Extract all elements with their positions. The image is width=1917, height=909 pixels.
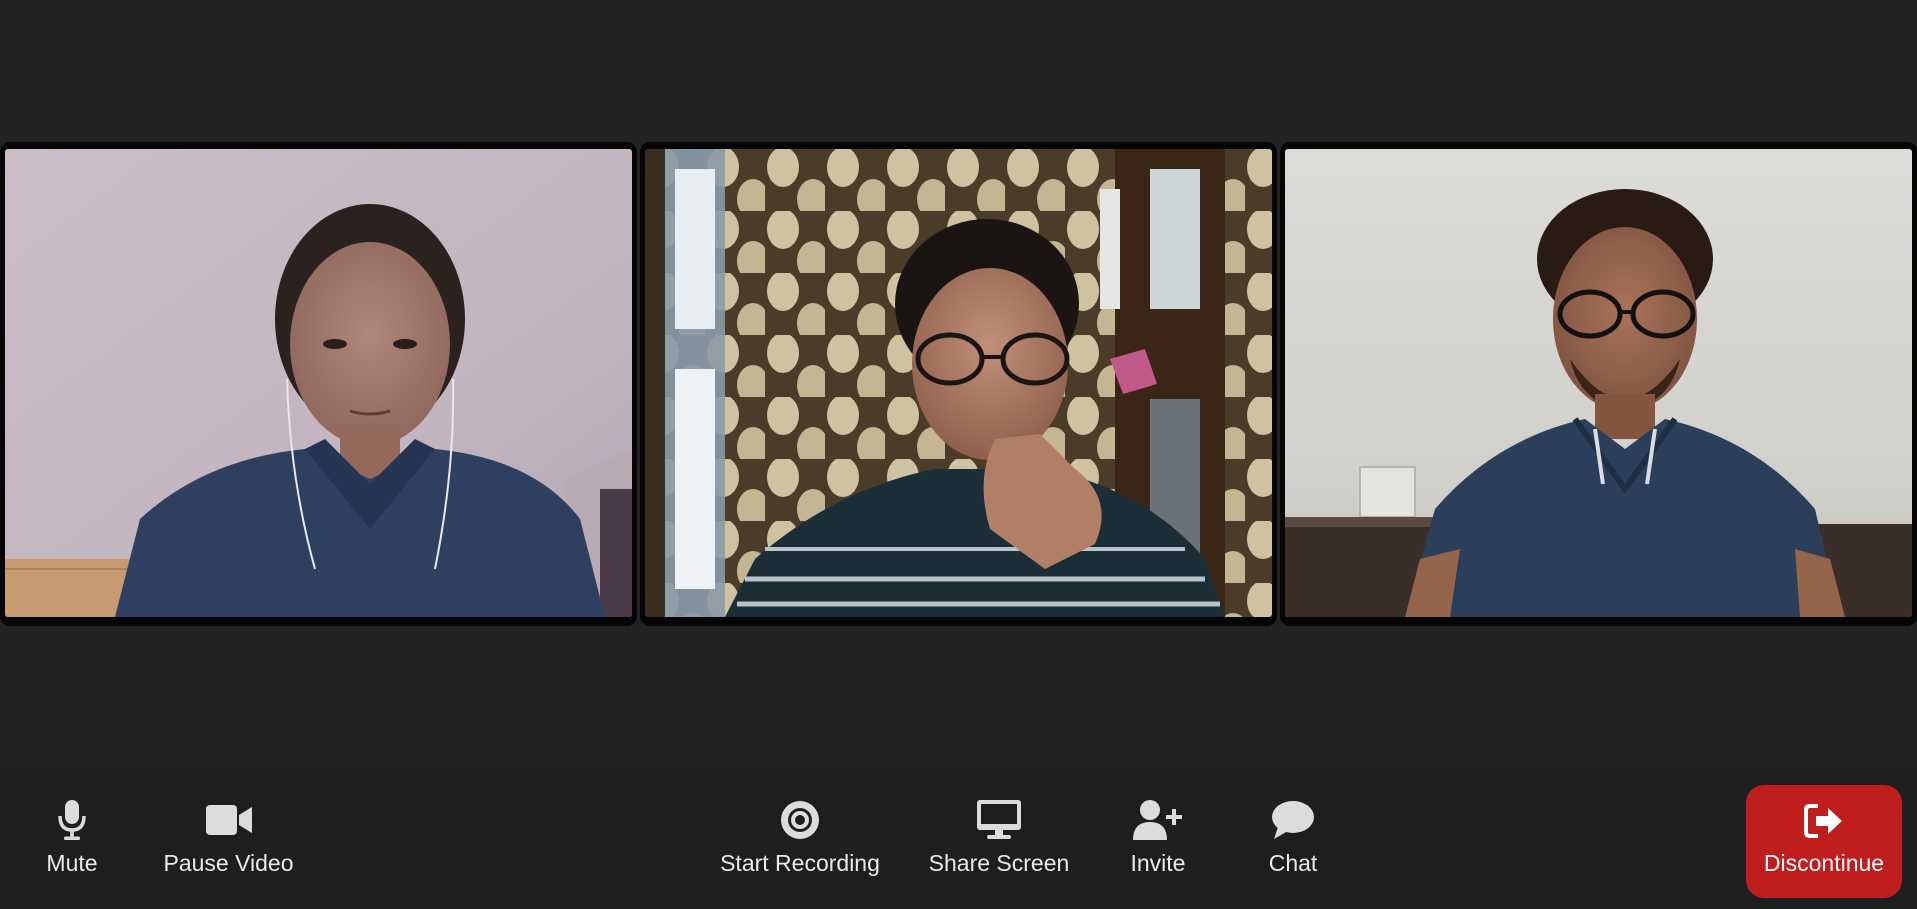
participant-video-frame-2 bbox=[645, 149, 1272, 617]
invite-label: Invite bbox=[1130, 850, 1186, 876]
discontinue-label: Discontinue bbox=[1763, 850, 1885, 876]
call-toolbar: Mute Pause Video Start Recording Share S… bbox=[0, 768, 1917, 909]
user-plus-icon bbox=[1133, 798, 1183, 842]
chat-bubble-icon bbox=[1272, 798, 1314, 842]
monitor-icon bbox=[977, 798, 1021, 842]
participant-video-frame-1 bbox=[5, 149, 632, 617]
video-grid bbox=[0, 142, 1917, 626]
participant-tile-2[interactable] bbox=[640, 142, 1277, 626]
participant-tile-3[interactable] bbox=[1280, 142, 1917, 626]
start-recording-label: Start Recording bbox=[720, 850, 880, 876]
chat-label: Chat bbox=[1268, 850, 1318, 876]
mute-button[interactable]: Mute bbox=[34, 768, 110, 909]
participant-video-3 bbox=[1285, 149, 1912, 617]
share-screen-label: Share Screen bbox=[928, 850, 1070, 876]
discontinue-button[interactable]: Discontinue bbox=[1746, 785, 1902, 898]
participant-video-2 bbox=[645, 149, 1272, 617]
video-camera-icon bbox=[205, 798, 252, 842]
pause-video-label: Pause Video bbox=[163, 850, 294, 876]
start-recording-button[interactable]: Start Recording bbox=[712, 768, 888, 909]
microphone-icon bbox=[58, 798, 86, 842]
pause-video-button[interactable]: Pause Video bbox=[156, 768, 301, 909]
chat-button[interactable]: Chat bbox=[1254, 768, 1332, 909]
record-icon bbox=[780, 798, 820, 842]
invite-button[interactable]: Invite bbox=[1118, 768, 1198, 909]
video-stage bbox=[0, 0, 1917, 768]
sign-out-icon bbox=[1804, 799, 1844, 843]
participant-tile-1[interactable] bbox=[0, 142, 637, 626]
mute-label: Mute bbox=[46, 850, 98, 876]
participant-video-1 bbox=[5, 149, 632, 617]
share-screen-button[interactable]: Share Screen bbox=[922, 768, 1076, 909]
participant-video-frame-3 bbox=[1285, 149, 1912, 617]
